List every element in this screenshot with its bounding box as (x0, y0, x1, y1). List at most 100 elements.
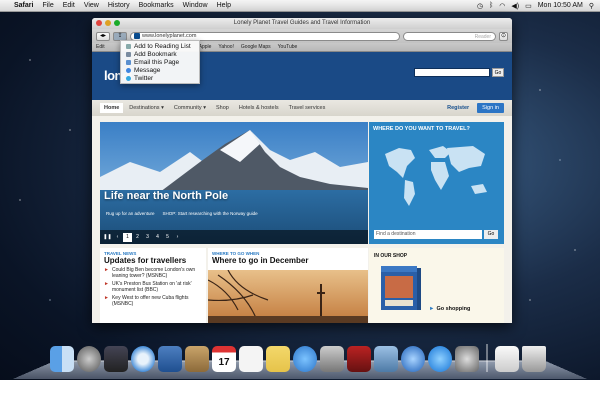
itunes-icon[interactable] (401, 346, 425, 372)
twitter-icon (126, 75, 131, 81)
share-add-bookmark[interactable]: Add Bookmark (121, 50, 199, 58)
where-to-go-panel: WHERE TO GO WHEN Where to go in December (208, 248, 368, 323)
bookmark-yahoo[interactable]: Yahoo! (218, 44, 233, 50)
notes-icon[interactable] (266, 346, 290, 372)
safari-icon[interactable] (131, 346, 155, 372)
spotlight-icon[interactable]: ⚲ (589, 2, 594, 10)
contacts-icon[interactable] (185, 346, 209, 372)
hero-link-shop[interactable]: SHOP: Start researching with the Norway … (163, 211, 258, 216)
bookmark-youtube[interactable]: YouTube (278, 44, 298, 50)
arrow-icon: ► (429, 306, 435, 312)
world-map-image[interactable] (377, 136, 495, 214)
pager-3[interactable]: 3 (143, 233, 152, 242)
menu-clock[interactable]: Mon 10:50 AM (538, 2, 583, 9)
mail-icon[interactable] (158, 346, 182, 372)
menu-history[interactable]: History (108, 2, 130, 9)
carousel-pager: ❚❚ ‹ 1 2 3 4 5 › (100, 230, 368, 244)
site-search-go-button[interactable]: Go (492, 68, 504, 77)
photo-booth-icon[interactable] (347, 346, 371, 372)
pager-1[interactable]: 1 (123, 232, 132, 242)
dock: 17 (46, 338, 556, 372)
documents-icon[interactable] (495, 346, 519, 372)
news-item[interactable]: ► Key West to offer new Cuba flights (MSN… (104, 295, 202, 307)
trash-icon[interactable] (522, 346, 546, 372)
finder-icon[interactable] (50, 346, 74, 372)
page-bottom-whitespace (0, 380, 600, 409)
nav-travel-services[interactable]: Travel services (285, 103, 330, 113)
volume-icon[interactable]: ◀) (511, 2, 519, 10)
nav-destinations[interactable]: Destinations ▾ (125, 103, 168, 113)
bullet-icon: ► (104, 295, 109, 301)
launchpad-icon[interactable] (77, 346, 101, 372)
window-title: Lonely Planet Travel Guides and Travel I… (233, 20, 371, 26)
nav-home[interactable]: Home (100, 103, 124, 113)
pager-4[interactable]: 4 (153, 233, 162, 242)
web-page: lonel Go Home Destinations ▾ Community ▾… (92, 52, 512, 323)
minimize-window-icon[interactable] (105, 20, 111, 26)
share-add-reading-list[interactable]: Add to Reading List (121, 42, 199, 50)
menu-app-name[interactable]: Safari (14, 2, 33, 9)
share-twitter[interactable]: Twitter (121, 74, 199, 82)
bluetooth-icon[interactable]: ᛒ (489, 2, 493, 9)
prev-icon[interactable]: ‹ (113, 233, 122, 242)
wifi-icon[interactable]: ◠ (499, 2, 505, 10)
system-preferences-icon[interactable] (455, 346, 479, 372)
reader-button[interactable]: Reader (403, 31, 496, 41)
guidebook-image[interactable] (377, 264, 425, 312)
bookmark-apple[interactable]: Apple (199, 44, 212, 50)
bullet-icon: ► (104, 267, 109, 273)
destination-input[interactable]: Find a destination (374, 230, 482, 239)
travel-news-panel: TRAVEL NEWS Updates for travellers ► Coul… (100, 248, 206, 323)
pager-2[interactable]: 2 (133, 233, 142, 242)
nav-hotels[interactable]: Hotels & hostels (235, 103, 283, 113)
go-shopping-link[interactable]: ► Go shopping (429, 306, 470, 312)
time-machine-icon[interactable]: ◷ (477, 2, 483, 10)
wtg-title[interactable]: Where to go in December (212, 256, 364, 265)
pager-5[interactable]: 5 (163, 233, 172, 242)
nav-community[interactable]: Community ▾ (170, 103, 210, 113)
hero-link-adventure[interactable]: Rug up for an adventure (106, 211, 155, 216)
shop-title: IN OUR SHOP (374, 253, 408, 259)
site-search-input[interactable] (414, 68, 490, 77)
next-icon[interactable]: › (173, 233, 182, 242)
menu-view[interactable]: View (84, 2, 99, 9)
register-link[interactable]: Register (447, 105, 469, 111)
close-window-icon[interactable] (96, 20, 102, 26)
iphoto-icon[interactable] (374, 346, 398, 372)
back-forward-button[interactable]: ◂▸ (96, 31, 110, 41)
signin-button[interactable]: Sign in (477, 103, 504, 113)
menu-bookmarks[interactable]: Bookmarks (139, 2, 174, 9)
bookmarks-edit[interactable]: Edit (96, 44, 105, 50)
where-panel: WHERE DO YOU WANT TO TRAVEL? Find a dest… (369, 122, 504, 244)
menu-file[interactable]: File (42, 2, 53, 9)
sunset-image[interactable] (208, 270, 368, 323)
hero-carousel[interactable]: Life near the North Pole Rug up for an a… (100, 122, 368, 244)
battery-icon[interactable]: ▭ (525, 2, 532, 10)
downloads-icon[interactable]: ⊙ (499, 31, 508, 41)
menu-bar: Safari File Edit View History Bookmarks … (0, 0, 600, 12)
bookmark-google-maps[interactable]: Google Maps (241, 44, 271, 50)
menu-edit[interactable]: Edit (63, 2, 75, 9)
calendar-icon[interactable]: 17 (212, 346, 236, 372)
zoom-window-icon[interactable] (114, 20, 120, 26)
facetime-icon[interactable] (320, 346, 344, 372)
destination-go-button[interactable]: Go (484, 230, 498, 239)
share-email-page[interactable]: Email this Page (121, 58, 199, 66)
app-store-icon[interactable] (428, 346, 452, 372)
pause-icon[interactable]: ❚❚ (103, 233, 112, 242)
messages-icon[interactable] (293, 346, 317, 372)
menu-window[interactable]: Window (183, 2, 208, 9)
news-title[interactable]: Updates for travellers (104, 256, 202, 265)
mission-control-icon[interactable] (104, 346, 128, 372)
hero-caption[interactable]: Life near the North Pole (104, 190, 228, 202)
reminders-icon[interactable] (239, 346, 263, 372)
menu-help[interactable]: Help (217, 2, 231, 9)
url-text: www.lonelyplanet.com (142, 33, 197, 39)
news-item[interactable]: ► Could Big Ben become London's own leani… (104, 267, 202, 279)
bullet-icon: ► (104, 281, 109, 287)
nav-shop[interactable]: Shop (212, 103, 233, 113)
shop-panel: IN OUR SHOP ► Go shopping (369, 248, 504, 323)
news-item[interactable]: ► UK's Preston Bus Station on 'at risk' m… (104, 281, 202, 293)
site-nav: Home Destinations ▾ Community ▾ Shop Hot… (92, 100, 512, 116)
share-message[interactable]: Message (121, 66, 199, 74)
